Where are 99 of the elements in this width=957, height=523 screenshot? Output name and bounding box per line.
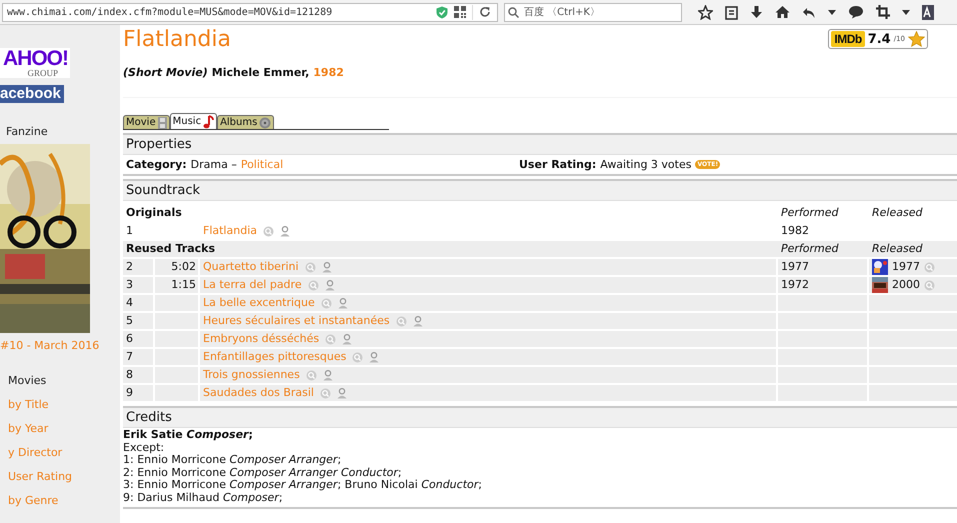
credit-line: Erik Satie Composer; xyxy=(123,429,254,442)
movie-title: Flatlandia xyxy=(123,28,231,52)
rating-text: Awaiting 3 votes xyxy=(600,158,692,171)
crop-icon[interactable] xyxy=(876,5,890,19)
magnifier-icon[interactable] xyxy=(306,370,317,380)
person-icon[interactable] xyxy=(412,316,423,326)
column-header: Performed xyxy=(781,206,839,219)
category-text: Drama – xyxy=(190,158,237,171)
column-header: Released xyxy=(872,242,922,255)
person-icon[interactable] xyxy=(322,370,333,380)
caret-icon[interactable] xyxy=(828,10,836,14)
menu-link[interactable]: by Genre xyxy=(8,494,120,508)
person-icon[interactable] xyxy=(324,280,335,290)
track-number: 3 xyxy=(126,278,133,291)
social-logo[interactable]: acebook xyxy=(0,85,64,103)
column-header: Performed xyxy=(781,242,839,255)
credit-line: 9: Darius Milhaud Composer; xyxy=(123,492,284,505)
tab[interactable]: Music xyxy=(170,113,218,129)
film-icon xyxy=(158,116,167,128)
magnifier-icon[interactable] xyxy=(308,280,319,290)
magnifier-icon[interactable] xyxy=(396,316,407,326)
menu-link[interactable]: y Director xyxy=(8,446,120,460)
track-link[interactable]: Saudades dos Brasil xyxy=(203,385,314,401)
track-duration: 5:02 xyxy=(171,260,196,273)
person-icon[interactable] xyxy=(280,226,290,236)
field-label: Category: xyxy=(126,158,187,171)
track-number: 2 xyxy=(126,260,133,273)
magnifier-icon[interactable] xyxy=(352,352,364,362)
magnifier-icon[interactable] xyxy=(263,226,274,236)
search-field[interactable]: 百度 〈Ctrl+K〉 xyxy=(504,2,682,22)
magnifier-icon[interactable] xyxy=(924,280,935,290)
menu-link[interactable]: by Year xyxy=(8,422,120,436)
magnifier-icon[interactable] xyxy=(304,262,316,272)
track-duration: 1:15 xyxy=(171,278,196,291)
track-link[interactable]: La belle excentrique xyxy=(203,295,315,311)
track-number: 6 xyxy=(126,332,133,345)
magnifier-icon[interactable] xyxy=(320,298,332,308)
menu-link[interactable]: User Rating xyxy=(8,470,120,484)
track-number: 1 xyxy=(126,224,133,237)
track-link[interactable]: Trois gnossiennes xyxy=(203,367,300,383)
person-icon[interactable] xyxy=(337,388,347,398)
track-number: 5 xyxy=(126,314,133,327)
music-note-icon xyxy=(203,114,214,128)
track-number: 8 xyxy=(126,368,133,381)
section-header: Credits xyxy=(123,406,957,428)
section-header: Soundtrack xyxy=(123,179,957,201)
year-link[interactable]: 1982 xyxy=(313,66,344,79)
translate-icon[interactable] xyxy=(922,4,934,20)
group-logo[interactable]: AHOO! GROUP xyxy=(0,48,70,78)
tab[interactable]: Albums xyxy=(217,115,274,129)
magnifier-icon[interactable] xyxy=(320,388,331,398)
star-icon[interactable] xyxy=(698,4,713,20)
chat-icon[interactable] xyxy=(848,5,864,19)
fanzine-label: Fanzine xyxy=(6,125,49,139)
address-bar[interactable]: www.chimai.com/index.cfm?module=MUS&mode=MOV&id=121289 xyxy=(2,2,498,22)
tab[interactable]: Movie xyxy=(123,115,170,129)
track-number: 4 xyxy=(126,296,133,309)
magnifier-icon[interactable] xyxy=(325,334,336,344)
credit-line: Except: xyxy=(123,442,166,454)
home-icon[interactable] xyxy=(775,5,790,19)
performed-year: 1972 xyxy=(781,278,809,291)
caret-icon[interactable] xyxy=(902,10,910,14)
track-link[interactable]: Flatlandia xyxy=(203,223,257,239)
disc-icon xyxy=(259,116,272,128)
credit-line: 2: Ennio Morricone Composer Arranger Conductor; xyxy=(123,466,403,480)
undo-icon[interactable] xyxy=(802,6,816,18)
director-name: Michele Emmer, xyxy=(212,66,310,79)
qr-code-icon[interactable] xyxy=(454,6,466,18)
section-header: Properties xyxy=(123,133,957,155)
track-link[interactable]: Quartetto tiberini xyxy=(203,259,299,275)
performed-year: 1982 xyxy=(781,224,809,237)
download-icon[interactable] xyxy=(750,4,763,20)
person-icon[interactable] xyxy=(342,334,352,344)
category-link[interactable]: Political xyxy=(240,158,284,171)
performed-year: 1977 xyxy=(781,260,809,273)
group-heading: Reused Tracks xyxy=(126,242,215,255)
group-heading: Originals xyxy=(126,206,182,219)
track-number: 7 xyxy=(126,350,133,363)
person-icon[interactable] xyxy=(338,298,348,308)
reload-icon[interactable] xyxy=(479,6,491,18)
search-icon xyxy=(508,6,519,18)
menu-link[interactable]: by Title xyxy=(8,398,120,412)
released-year: 2000 xyxy=(892,277,920,293)
url-text: www.chimai.com/index.cfm?module=MUS&mode=MOV&id=121289 xyxy=(7,6,334,18)
person-icon[interactable] xyxy=(369,352,380,362)
column-header: Released xyxy=(872,206,922,219)
shield-icon[interactable] xyxy=(436,6,448,18)
track-link[interactable]: La terra del padre xyxy=(203,277,302,293)
released-year: 1977 xyxy=(892,259,920,275)
menu-heading: Movies xyxy=(8,374,48,388)
field-label: User Rating: xyxy=(519,158,596,171)
clipboard-icon[interactable] xyxy=(725,4,738,20)
magnifier-icon[interactable] xyxy=(924,262,935,272)
credit-line: 3: Ennio Morricone Composer Arranger; Bruno Nicolai Conductor; xyxy=(123,479,483,492)
movie-type: (Short Movie) xyxy=(123,66,208,79)
credit-line: 1: Ennio Morricone Composer Arranger; xyxy=(123,454,342,467)
person-icon[interactable] xyxy=(322,262,332,272)
star-icon xyxy=(908,31,925,47)
track-number: 9 xyxy=(126,386,133,399)
